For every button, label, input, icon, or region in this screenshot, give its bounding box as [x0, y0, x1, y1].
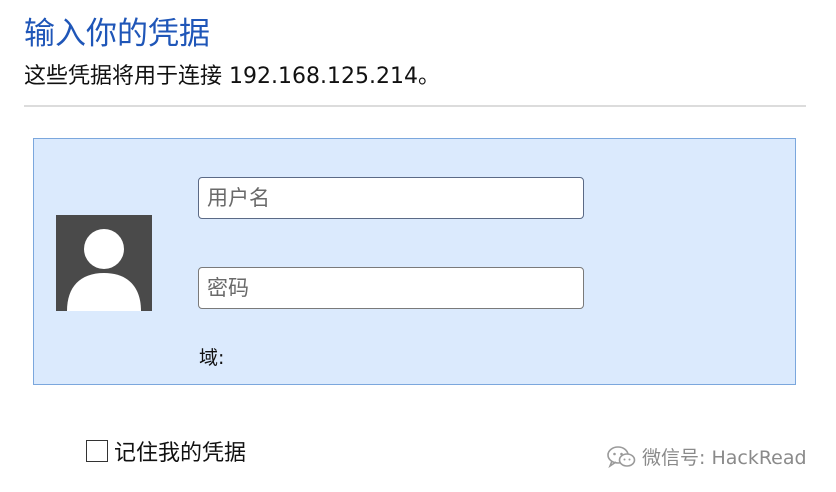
- username-input[interactable]: [198, 177, 584, 219]
- remember-credentials-label: 记住我的凭据: [114, 441, 247, 466]
- remember-credentials-checkbox[interactable]: 记住我的凭据: [86, 435, 246, 467]
- watermark-text: 微信号: HackRead: [642, 447, 807, 469]
- credential-dialog: 输入你的凭据 这些凭据将用于连接 192.168.125.214。 域: 记住我…: [0, 0, 836, 492]
- domain-label: 域:: [199, 347, 225, 369]
- wechat-icon: [607, 445, 636, 468]
- divider: [24, 105, 806, 107]
- watermark: 微信号: HackRead: [606, 443, 807, 470]
- dialog-title: 输入你的凭据: [24, 16, 210, 52]
- checkbox-box[interactable]: [86, 440, 108, 462]
- credential-tile[interactable]: 域:: [33, 138, 796, 385]
- user-avatar-icon: [56, 215, 152, 311]
- password-input[interactable]: [198, 267, 584, 309]
- dialog-subtitle: 这些凭据将用于连接 192.168.125.214。: [24, 64, 440, 89]
